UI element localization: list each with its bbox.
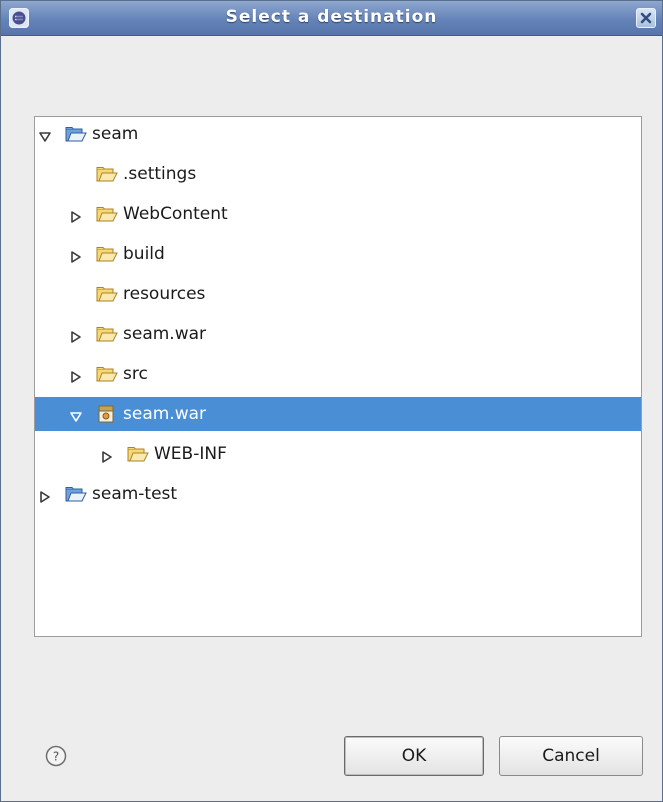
- folder-icon: [96, 365, 118, 383]
- folder-icon: [96, 285, 118, 303]
- folder-icon: [96, 245, 118, 263]
- collapsed-arrow-icon[interactable]: [101, 448, 113, 463]
- collapsed-arrow-icon[interactable]: [70, 328, 82, 343]
- project-folder-icon: [65, 125, 87, 143]
- expanded-arrow-icon[interactable]: [39, 128, 51, 142]
- folder-icon: [96, 325, 118, 343]
- collapsed-arrow-icon[interactable]: [39, 488, 51, 503]
- cancel-button[interactable]: Cancel: [499, 736, 643, 776]
- collapsed-arrow-icon[interactable]: [70, 248, 82, 263]
- help-icon[interactable]: ?: [45, 745, 67, 767]
- tree-item-label: seam-test: [92, 484, 178, 504]
- close-button[interactable]: [636, 8, 656, 28]
- ok-button[interactable]: OK: [344, 736, 484, 776]
- expanded-arrow-icon[interactable]: [70, 408, 82, 422]
- tree-item[interactable]: WebContent: [35, 197, 641, 231]
- tree-item-label: seam.war: [123, 404, 207, 424]
- tree-item[interactable]: .settings: [35, 157, 641, 191]
- tree-item-label: WEB-INF: [154, 444, 227, 464]
- war-archive-icon: [96, 405, 118, 423]
- tree-item-label: WebContent: [123, 204, 228, 224]
- tree-item-label: resources: [123, 284, 206, 304]
- tree-item-label: .settings: [123, 164, 197, 184]
- tree-item[interactable]: WEB-INF: [35, 437, 641, 471]
- tree-item[interactable]: resources: [35, 277, 641, 311]
- tree-item[interactable]: seam-test: [35, 477, 641, 511]
- tree-item[interactable]: build: [35, 237, 641, 271]
- folder-icon: [127, 445, 149, 463]
- dialog-window: Select a destination seam .settings WebCon…: [0, 0, 663, 802]
- close-icon: [640, 12, 652, 24]
- project-folder-icon: [65, 485, 87, 503]
- collapsed-arrow-icon[interactable]: [70, 368, 82, 383]
- tree-item-label: src: [123, 364, 148, 384]
- destination-tree[interactable]: seam .settings WebContent build resources sea…: [34, 116, 642, 637]
- folder-icon: [96, 205, 118, 223]
- tree-item-label: seam.war: [123, 324, 207, 344]
- tree-item[interactable]: src: [35, 357, 641, 391]
- window-title: Select a destination: [225, 7, 438, 27]
- tree-item-label: build: [123, 244, 165, 264]
- tree-item[interactable]: seam.war: [35, 317, 641, 351]
- tree-item[interactable]: seam: [35, 117, 641, 151]
- tree-item[interactable]: seam.war: [35, 397, 641, 431]
- collapsed-arrow-icon[interactable]: [70, 208, 82, 223]
- folder-icon: [96, 165, 118, 183]
- tree-item-label: seam: [92, 124, 139, 144]
- svg-text:?: ?: [53, 750, 59, 764]
- title-bar[interactable]: Select a destination: [1, 1, 662, 36]
